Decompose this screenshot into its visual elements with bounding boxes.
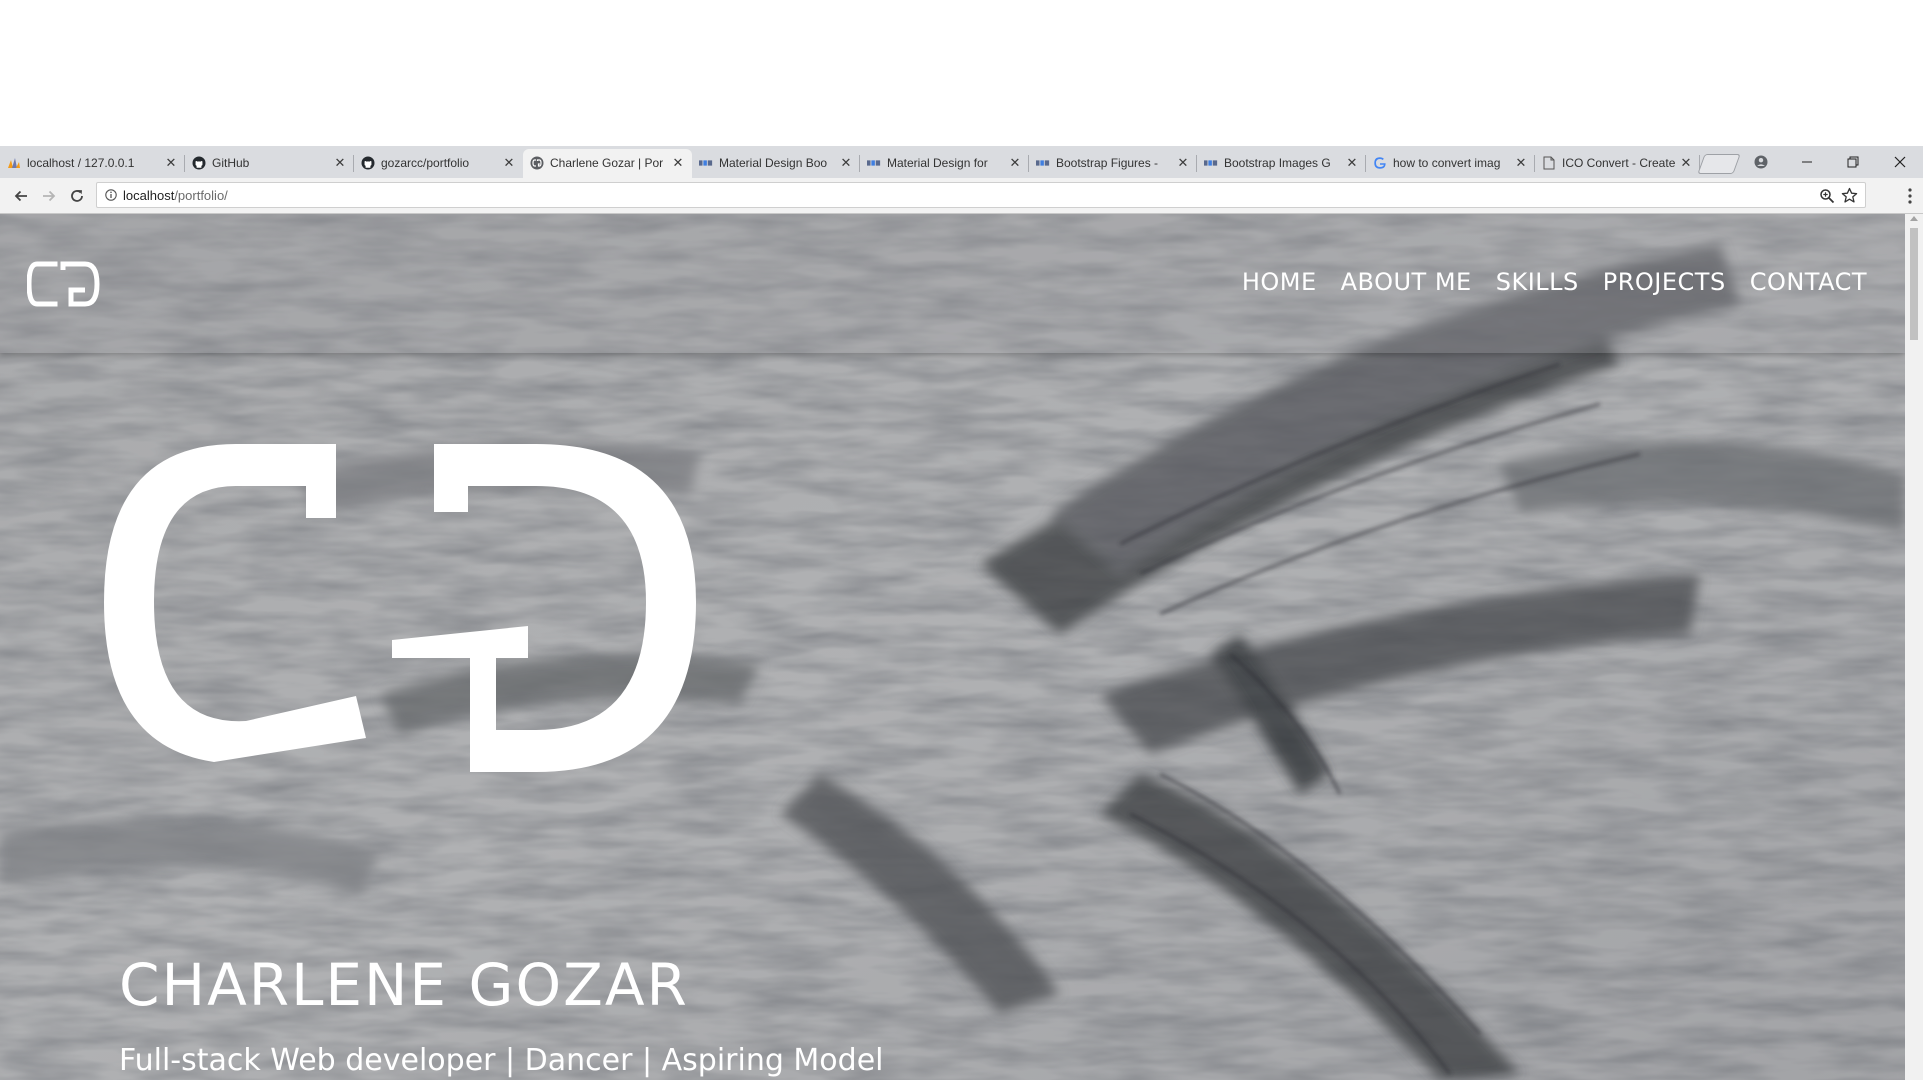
github-icon bbox=[192, 156, 206, 170]
back-arrow-icon bbox=[14, 190, 27, 202]
close-tab-icon[interactable]: ✕ bbox=[1344, 155, 1360, 171]
close-tab-icon[interactable]: ✕ bbox=[332, 155, 348, 171]
scroll-up-arrow[interactable] bbox=[1910, 216, 1918, 221]
browser-menu-icon[interactable] bbox=[1903, 186, 1917, 206]
browser-toolbar: localhost/portfolio/ bbox=[0, 178, 1923, 214]
mdb-icon bbox=[1036, 156, 1050, 170]
url-text[interactable]: localhost/portfolio/ bbox=[123, 188, 228, 203]
forward-button[interactable] bbox=[36, 184, 62, 208]
tab-title: GitHub bbox=[212, 156, 250, 170]
tab-title: gozarcc/portfolio bbox=[381, 156, 470, 170]
browser-tab[interactable]: GitHub ✕ bbox=[185, 149, 354, 178]
mdb-icon bbox=[867, 156, 881, 170]
nav-home-link[interactable]: HOME bbox=[1242, 266, 1317, 298]
close-window-button[interactable] bbox=[1877, 146, 1923, 178]
close-tab-icon[interactable]: ✕ bbox=[163, 155, 179, 171]
close-tab-icon[interactable]: ✕ bbox=[1175, 155, 1191, 171]
browser-tab[interactable]: Charlene Gozar | Por ✕ bbox=[523, 149, 692, 178]
profile-icon[interactable] bbox=[1738, 146, 1784, 178]
tab-title: Charlene Gozar | Por bbox=[550, 156, 664, 170]
nav-projects-link[interactable]: PROJECTS bbox=[1603, 266, 1726, 298]
tab-title: Material Design Boo bbox=[719, 156, 828, 170]
nav-about-link[interactable]: ABOUT ME bbox=[1341, 266, 1472, 298]
new-tab-button[interactable] bbox=[1697, 154, 1741, 174]
hero-tagline: Full-stack Web developer | Dancer | Aspi… bbox=[119, 1043, 884, 1078]
browser-window: localhost / 127.0.0.1 ✕ GitHub ✕ gozarcc/por… bbox=[0, 0, 1923, 1080]
tab-title: localhost / 127.0.0.1 bbox=[27, 156, 135, 170]
scrollbar-thumb[interactable] bbox=[1910, 228, 1918, 340]
browser-tab[interactable]: gozarcc/portfolio ✕ bbox=[354, 149, 523, 178]
page-viewport: HOME ABOUT ME SKILLS PROJECTS CONTACT CH… bbox=[0, 214, 1923, 1080]
page-scrollbar[interactable] bbox=[1905, 214, 1923, 1080]
back-button[interactable] bbox=[8, 184, 34, 208]
browser-tab[interactable]: ICO Convert - Create ✕ bbox=[1535, 149, 1700, 178]
tab-title: Bootstrap Figures - bbox=[1056, 156, 1159, 170]
nav-contact-link[interactable]: CONTACT bbox=[1750, 266, 1867, 298]
zoom-icon[interactable] bbox=[1819, 188, 1835, 204]
mdb-icon bbox=[1204, 156, 1218, 170]
tab-strip: localhost / 127.0.0.1 ✕ GitHub ✕ gozarcc/por… bbox=[0, 146, 1923, 178]
url-host: localhost bbox=[123, 188, 175, 203]
browser-tab[interactable]: Bootstrap Figures - ✕ bbox=[1029, 149, 1197, 178]
forward-arrow-icon bbox=[43, 190, 56, 202]
mdb-icon bbox=[699, 156, 713, 170]
restore-button[interactable] bbox=[1830, 146, 1876, 178]
tab-title: Material Design for bbox=[887, 156, 988, 170]
url-path: /portfolio/ bbox=[174, 188, 228, 203]
phpmyadmin-icon bbox=[7, 156, 21, 170]
browser-tab[interactable]: how to convert imag ✕ bbox=[1366, 149, 1535, 178]
browser-tab[interactable]: localhost / 127.0.0.1 ✕ bbox=[0, 149, 185, 178]
google-icon bbox=[1373, 156, 1387, 170]
close-tab-icon[interactable]: ✕ bbox=[1513, 155, 1529, 171]
close-tab-icon[interactable]: ✕ bbox=[838, 155, 854, 171]
hero-name: CHARLENE GOZAR bbox=[119, 951, 689, 1019]
info-icon[interactable] bbox=[105, 189, 117, 201]
cg-logo-icon bbox=[530, 156, 544, 170]
browser-tab[interactable]: Material Design for ✕ bbox=[860, 149, 1029, 178]
github-icon bbox=[361, 156, 375, 170]
document-icon bbox=[1542, 156, 1556, 170]
address-bar[interactable]: localhost/portfolio/ bbox=[96, 182, 1866, 208]
close-tab-icon[interactable]: ✕ bbox=[670, 155, 686, 171]
tab-title: Bootstrap Images G bbox=[1224, 156, 1331, 170]
site-navbar: HOME ABOUT ME SKILLS PROJECTS CONTACT bbox=[0, 214, 1905, 353]
browser-tab[interactable]: Material Design Boo ✕ bbox=[692, 149, 860, 178]
minimize-button[interactable] bbox=[1784, 146, 1830, 178]
reload-button[interactable] bbox=[64, 184, 90, 208]
bookmark-star-icon[interactable] bbox=[1841, 187, 1858, 204]
close-tab-icon[interactable]: ✕ bbox=[501, 155, 517, 171]
tab-title: how to convert imag bbox=[1393, 156, 1501, 170]
hero-logo bbox=[104, 444, 696, 772]
site-logo[interactable] bbox=[27, 256, 121, 312]
close-tab-icon[interactable]: ✕ bbox=[1678, 155, 1694, 171]
nav-skills-link[interactable]: SKILLS bbox=[1496, 266, 1579, 298]
nav-links: HOME ABOUT ME SKILLS PROJECTS CONTACT bbox=[1242, 266, 1867, 298]
browser-tab[interactable]: Bootstrap Images G ✕ bbox=[1197, 149, 1366, 178]
close-tab-icon[interactable]: ✕ bbox=[1007, 155, 1023, 171]
tab-title: ICO Convert - Create bbox=[1562, 156, 1676, 170]
reload-icon bbox=[71, 190, 83, 202]
